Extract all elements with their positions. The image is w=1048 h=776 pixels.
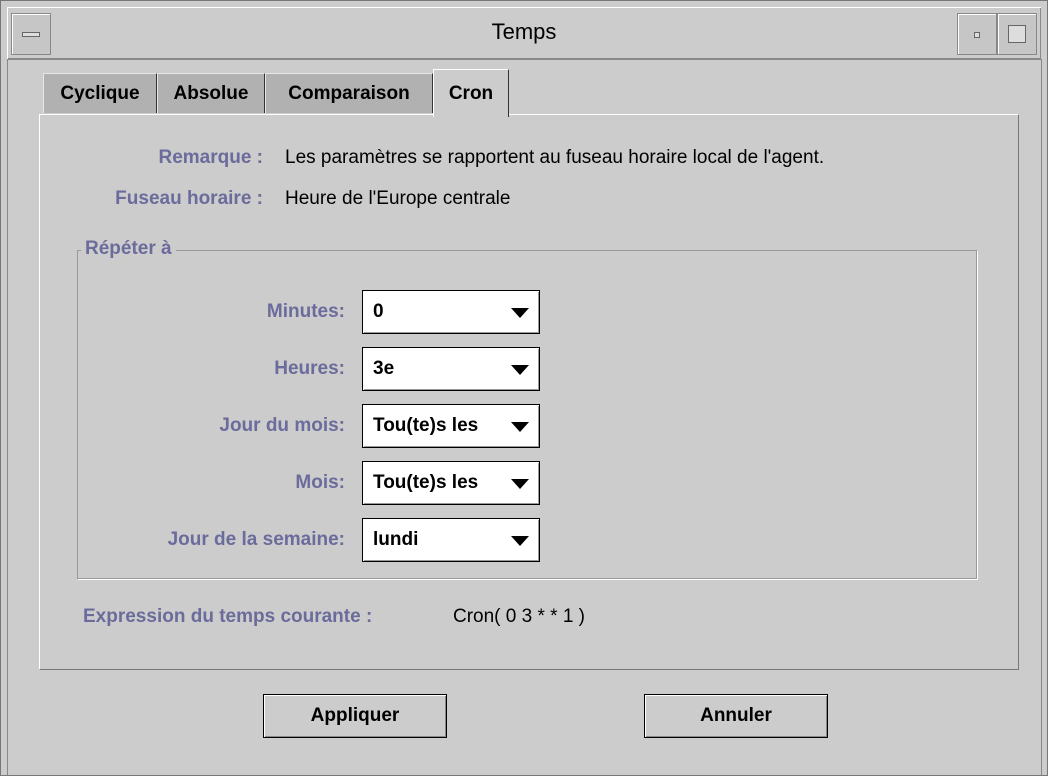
expression-label: Expression du temps courante :: [83, 606, 373, 627]
minutes-label: Minutes:: [266, 301, 345, 322]
remark-label: Remarque :: [158, 147, 263, 168]
title-bar[interactable]: Temps: [7, 7, 1041, 60]
tab-cron[interactable]: Cron: [433, 69, 509, 117]
chevron-down-icon: [511, 365, 529, 375]
expression-value: Cron( 0 3 * * 1 ): [453, 606, 585, 627]
day-of-week-select-value: lundi: [373, 529, 419, 550]
day-of-week-label: Jour de la semaine:: [167, 529, 345, 550]
hours-select-value: 3e: [373, 358, 395, 379]
dialog-window: Temps Cyclique Absolue Comparaison Cron …: [0, 0, 1048, 776]
window-right-edge: [1041, 59, 1042, 775]
day-of-month-select-value: Tou(te)s les: [373, 415, 479, 436]
minutes-select[interactable]: 0: [362, 290, 540, 334]
month-select-value: Tou(te)s les: [373, 472, 479, 493]
window-title: Temps: [491, 19, 557, 44]
day-of-month-label: Jour du mois:: [219, 415, 345, 436]
hours-select[interactable]: 3e: [362, 347, 540, 391]
timezone-label: Fuseau horaire :: [115, 188, 263, 209]
maximize-button[interactable]: [997, 13, 1037, 55]
chevron-down-icon: [511, 479, 529, 489]
minutes-select-value: 0: [373, 301, 384, 322]
minimize-icon: [974, 32, 980, 38]
apply-button[interactable]: Appliquer: [263, 694, 447, 738]
chevron-down-icon: [511, 536, 529, 546]
chevron-down-icon: [511, 308, 529, 318]
tab-cyclique[interactable]: Cyclique: [43, 73, 157, 113]
minimize-button[interactable]: [957, 13, 997, 55]
timezone-value: Heure de l'Europe centrale: [285, 188, 511, 209]
month-label: Mois:: [295, 472, 345, 493]
chevron-down-icon: [511, 422, 529, 432]
tab-comparaison[interactable]: Comparaison: [265, 73, 433, 113]
window-left-edge: [7, 59, 8, 775]
tab-absolue[interactable]: Absolue: [157, 73, 265, 113]
day-of-week-select[interactable]: lundi: [362, 518, 540, 562]
day-of-month-select[interactable]: Tou(te)s les: [362, 404, 540, 448]
cancel-button[interactable]: Annuler: [644, 694, 828, 738]
maximize-icon: [1008, 25, 1026, 43]
hours-label: Heures:: [274, 358, 345, 379]
month-select[interactable]: Tou(te)s les: [362, 461, 540, 505]
repeat-group-legend: Répéter à: [81, 238, 176, 260]
remark-value: Les paramètres se rapportent au fuseau h…: [285, 147, 825, 168]
